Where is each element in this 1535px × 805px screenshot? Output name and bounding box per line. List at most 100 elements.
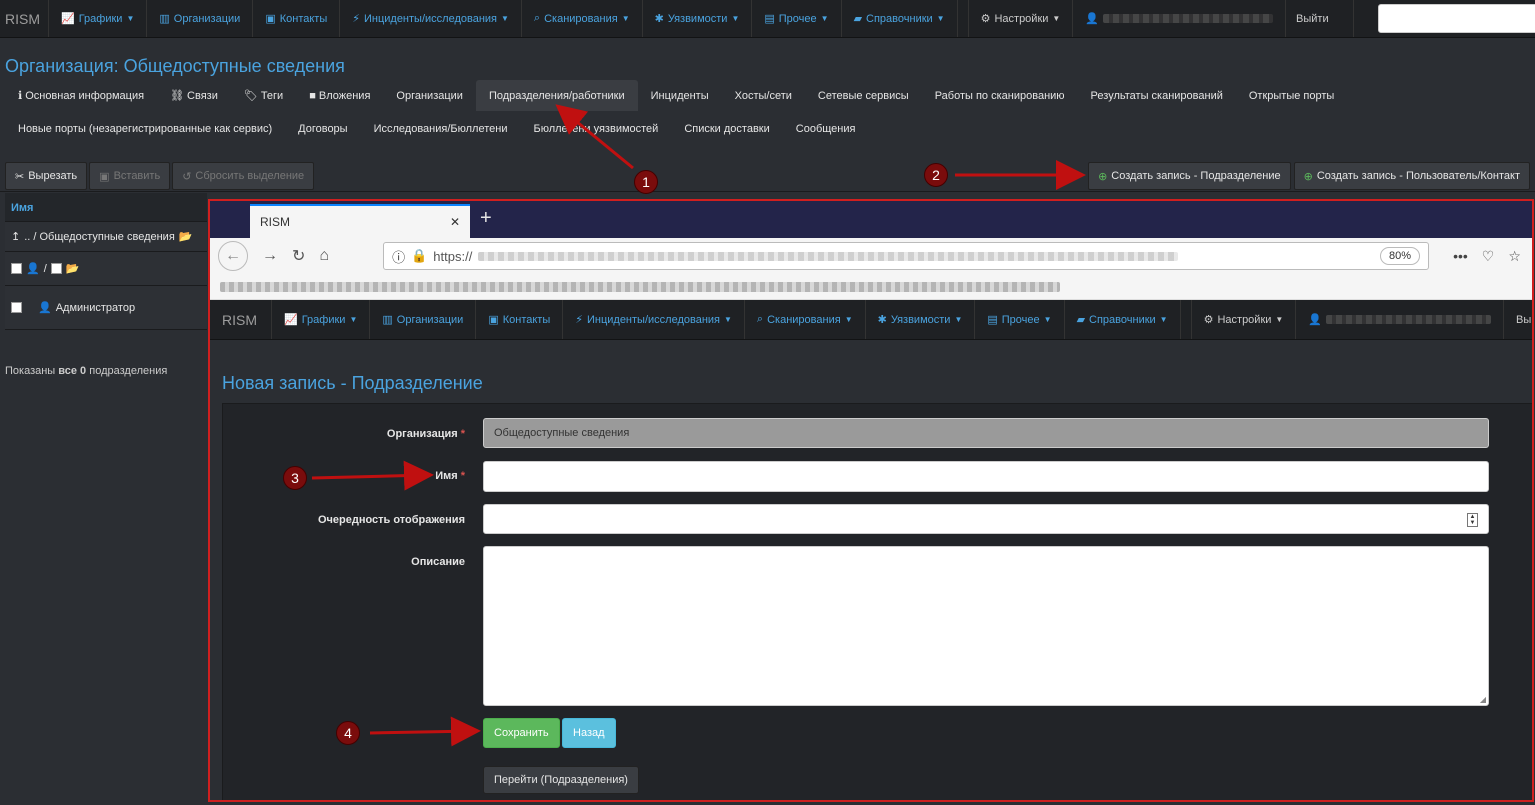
inner-nav-graphs[interactable]: 📈 Графики ▼	[272, 300, 371, 339]
inner-nav-references[interactable]: ▰ Справочники ▼	[1065, 300, 1181, 339]
bar-chart-icon: ▥	[382, 314, 393, 326]
tab-open-ports[interactable]: Открытые порты	[1236, 80, 1347, 111]
url-text: https://	[433, 248, 473, 264]
reload-icon[interactable]: ↻	[292, 246, 305, 266]
tab-organizations[interactable]: Организации	[383, 80, 476, 111]
annotation-marker-1: 1	[634, 170, 658, 194]
form-title: Новая запись - Подразделение	[222, 373, 483, 393]
inner-nav-contacts[interactable]: ▣ Контакты	[476, 300, 564, 339]
save-button[interactable]: Сохранить	[483, 718, 560, 748]
nav-graphs-label: Графики	[78, 12, 123, 25]
star-icon[interactable]: ☆	[1508, 248, 1521, 265]
back-button[interactable]: Назад	[562, 718, 616, 748]
name-input[interactable]	[483, 461, 1489, 492]
nav-organizations-label: Организации	[173, 12, 241, 25]
reset-selection-button[interactable]: ↺ Сбросить выделение	[172, 162, 315, 190]
inner-nav-settings[interactable]: ⚙ Настройки ▼	[1190, 300, 1297, 339]
nav-graphs[interactable]: 📈 Графики ▼	[49, 0, 148, 37]
blurred-username	[1326, 315, 1492, 324]
row-checkbox[interactable]	[11, 302, 22, 313]
create-department-button[interactable]: ⊕ Создать запись - Подразделение	[1088, 162, 1291, 190]
tree-row-root[interactable]: ↥ .. / Общедоступные сведения 📂	[5, 222, 207, 252]
nav-references[interactable]: ▰ Справочники ▼	[842, 0, 958, 37]
order-input[interactable]: ▲ ▼	[483, 504, 1489, 534]
tree-footer: Показаны все 0 подразделения	[5, 365, 167, 377]
tab-services[interactable]: Сетевые сервисы	[805, 80, 922, 111]
tab-main-info[interactable]: ℹ Основная информация	[5, 80, 157, 111]
more-icon[interactable]: •••	[1453, 248, 1468, 265]
chart-icon: 📈	[284, 314, 298, 326]
brand-logo[interactable]: RISM	[0, 0, 49, 37]
url-field[interactable]: ⓘ 🔒 https:// 80%	[383, 242, 1430, 270]
tabs-row-1: ℹ Основная информация ⛓ Связи 🏷 Теги ■ Вложе…	[5, 80, 1347, 111]
nav-organizations[interactable]: ▥ Организации	[147, 0, 254, 37]
row-checkbox[interactable]	[50, 263, 62, 274]
resize-grip-icon[interactable]: ◢	[1480, 695, 1486, 704]
inner-nav-user[interactable]: 👤	[1296, 300, 1505, 339]
tab-messages[interactable]: Сообщения	[783, 113, 869, 144]
caret-down-icon: ▼	[1043, 315, 1052, 324]
nav-scans[interactable]: ⌕ Сканирования ▼	[522, 0, 643, 37]
logout-link[interactable]: Выйти	[1286, 0, 1354, 37]
caret-down-icon: ▼	[1052, 14, 1061, 23]
tree-row-admin[interactable]: 👤 Администратор	[5, 286, 207, 330]
tab-new-ports[interactable]: Новые порты (незарегистрированные как се…	[5, 113, 285, 144]
nav-user[interactable]: 👤	[1073, 0, 1287, 37]
spinner-icon[interactable]: ▲ ▼	[1467, 513, 1478, 527]
tab-departments[interactable]: Подразделения/работники	[475, 80, 638, 111]
caret-down-icon: ▼	[349, 315, 358, 324]
tab-scan-jobs[interactable]: Работы по сканированию	[922, 80, 1078, 111]
order-label: Очередность отображения	[317, 514, 465, 526]
paste-button[interactable]: ▣ Вставить	[89, 162, 171, 190]
nav-scans-label: Сканирования	[544, 12, 618, 25]
nav-contacts[interactable]: ▣ Контакты	[253, 0, 341, 37]
blurred-url	[478, 251, 1179, 261]
tab-attachments[interactable]: ■ Вложения	[296, 80, 383, 111]
tab-vuln-bulletins[interactable]: Бюллетени уязвимостей	[520, 113, 671, 144]
inner-nav-other[interactable]: ▤ Прочее ▼	[975, 300, 1065, 339]
annotation-marker-2: 2	[924, 163, 948, 187]
tab-research[interactable]: Исследования/Бюллетени	[361, 113, 521, 144]
row-checkbox[interactable]	[11, 263, 22, 274]
inner-brand[interactable]: RISM	[210, 300, 272, 339]
nav-incidents[interactable]: ⚡ Инциденты/исследования ▼	[340, 0, 522, 37]
tree-header[interactable]: Имя	[5, 193, 207, 222]
description-textarea[interactable]: ◢	[483, 546, 1489, 706]
inner-nav-scans[interactable]: ⌕ Сканирования ▼	[745, 300, 866, 339]
tab-incidents[interactable]: Инциденты	[638, 80, 722, 111]
nav-other[interactable]: ▤ Прочее ▼	[752, 0, 842, 37]
tab-tags[interactable]: 🏷 Теги	[231, 80, 296, 111]
link-icon: ⛓	[170, 90, 185, 102]
close-icon[interactable]: ✕	[450, 215, 460, 229]
tab-hosts[interactable]: Хосты/сети	[722, 80, 805, 111]
nav-vulnerabilities[interactable]: ✱ Уязвимости ▼	[643, 0, 753, 37]
new-tab-icon[interactable]: +	[480, 207, 492, 230]
blurred-bookmarks	[220, 281, 1060, 292]
info-icon: ⓘ	[392, 249, 406, 265]
user-icon: 👤	[1085, 13, 1100, 25]
tab-label: Связи	[187, 89, 218, 102]
forward-arrow-icon[interactable]: →	[262, 247, 278, 265]
zoom-badge[interactable]: 80%	[1380, 247, 1421, 265]
nav-vulnerabilities-label: Уязвимости	[667, 12, 728, 25]
inner-nav-incidents[interactable]: ⚡ Инциденты/исследования ▼	[563, 300, 745, 339]
inner-nav-organizations[interactable]: ▥ Организации	[370, 300, 477, 339]
id-card-icon: ▣	[265, 13, 276, 25]
back-arrow-icon[interactable]: ←	[218, 241, 248, 271]
tab-links[interactable]: ⛓ Связи	[157, 80, 231, 111]
inner-nav-vulnerabilities[interactable]: ✱ Уязвимости ▼	[866, 300, 976, 339]
home-icon[interactable]: ⌂	[319, 247, 329, 265]
nav-incidents-label: Инциденты/исследования	[363, 12, 497, 25]
tab-scan-results[interactable]: Результаты сканирований	[1078, 80, 1236, 111]
tab-contracts[interactable]: Договоры	[285, 113, 360, 144]
goto-departments-button[interactable]: Перейти (Подразделения)	[483, 766, 639, 794]
browser-tab[interactable]: RISM ✕	[250, 204, 470, 238]
nav-references-label: Справочники	[866, 12, 933, 25]
create-user-button[interactable]: ⊕ Создать запись - Пользователь/Контакт	[1293, 162, 1530, 190]
cut-button[interactable]: ✂ Вырезать	[5, 162, 88, 190]
search-input[interactable]	[1377, 4, 1535, 33]
inner-logout-link[interactable]: Выйти	[1504, 300, 1532, 339]
pocket-icon[interactable]: ♡	[1482, 248, 1495, 265]
nav-settings[interactable]: ⚙ Настройки ▼	[967, 0, 1074, 37]
tab-delivery-lists[interactable]: Списки доставки	[671, 113, 782, 144]
